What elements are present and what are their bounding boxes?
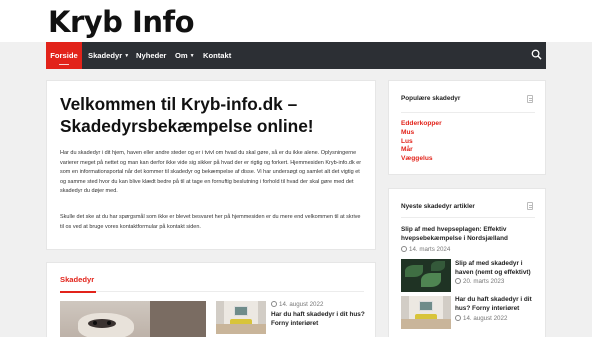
article-title[interactable]: Har du haft skadedyr i dit hus? Forny in… <box>455 295 541 313</box>
nav-item-label: Om <box>175 51 188 60</box>
article-thumbnail[interactable] <box>401 296 451 329</box>
popular-link[interactable]: Edderkopper <box>401 120 442 129</box>
clock-icon <box>455 315 461 321</box>
widget-title: Populære skadedyr <box>401 95 461 102</box>
featured-post-image[interactable] <box>60 301 206 337</box>
nav-item-label: Skadedyr <box>88 51 123 60</box>
nav-item-skadedyr[interactable]: Skadedyr ▼ <box>88 42 129 69</box>
article-date-text: 20. marts 2023 <box>463 278 505 285</box>
popular-link[interactable]: Mus <box>401 129 442 138</box>
post-date: 14. august 2022 <box>271 301 323 308</box>
document-icon <box>527 95 533 103</box>
widget-title: Nyeste skadedyr artikler <box>401 203 475 210</box>
search-icon[interactable] <box>531 49 542 60</box>
divider <box>401 217 535 218</box>
contact-paragraph: Skulle det ske at du har spørgsmål som i… <box>60 214 361 230</box>
article-date-text: 14. august 2022 <box>463 315 508 322</box>
chevron-down-icon: ▼ <box>189 52 195 59</box>
main-nav: Forside Skadedyr ▼ Nyheder Om ▼ Kontakt <box>46 42 546 69</box>
site-logo[interactable]: Kryb Info <box>48 4 195 40</box>
page-title: Velkommen til Kryb-info.dk – Skadedyrsbe… <box>60 94 314 136</box>
latest-widget: Nyeste skadedyr artikler Slip af med hve… <box>388 188 546 337</box>
clock-icon <box>271 301 277 307</box>
article-title[interactable]: Slip af med hvepseplagen: Effektiv hveps… <box>401 225 537 243</box>
article-date: 20. marts 2023 <box>455 278 504 285</box>
post-thumbnail[interactable] <box>216 301 266 334</box>
popular-widget: Populære skadedyr Edderkopper Mus Lus Må… <box>388 80 546 175</box>
popular-link[interactable]: Væggelus <box>401 155 442 164</box>
intro-paragraph: Har du skadedyr i dit hjem, haven eller … <box>60 150 362 194</box>
popular-list: Edderkopper Mus Lus Mår Væggelus <box>401 120 442 164</box>
nav-item-kontakt[interactable]: Kontakt <box>203 42 231 69</box>
header: Kryb Info <box>0 0 592 42</box>
article-thumbnail[interactable] <box>401 259 451 292</box>
section-title[interactable]: Skadedyr <box>60 275 94 284</box>
skadedyr-section: Skadedyr 14. august 2022 Har du haft ska… <box>46 262 376 337</box>
clock-icon <box>401 246 407 252</box>
nav-item-om[interactable]: Om ▼ <box>175 42 195 69</box>
article-date-text: 14. marts 2024 <box>409 246 451 253</box>
post-title[interactable]: Har du haft skadedyr i dit hus? Forny in… <box>271 310 366 328</box>
article-title[interactable]: Slip af med skadedyr i haven (nemt og ef… <box>455 259 541 277</box>
welcome-card: Velkommen til Kryb-info.dk – Skadedyrsbe… <box>46 80 376 250</box>
chevron-down-icon: ▼ <box>124 52 130 59</box>
divider <box>401 112 535 113</box>
post-date-text: 14. august 2022 <box>279 301 324 308</box>
divider <box>96 291 364 292</box>
nav-item-nyheder[interactable]: Nyheder <box>136 42 166 69</box>
article-date: 14. august 2022 <box>455 315 507 322</box>
popular-link[interactable]: Mår <box>401 146 442 155</box>
article-date: 14. marts 2024 <box>401 246 450 253</box>
clock-icon <box>455 278 461 284</box>
nav-item-forside[interactable]: Forside <box>46 42 82 69</box>
document-icon <box>527 202 533 210</box>
section-underline <box>60 291 96 293</box>
